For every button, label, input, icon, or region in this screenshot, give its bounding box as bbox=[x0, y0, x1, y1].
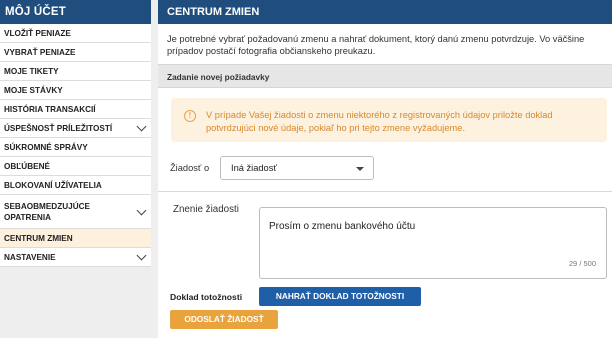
request-type-value: Iná žiadosť bbox=[231, 163, 277, 173]
request-text-value: Prosím o zmenu bankového účtu bbox=[269, 221, 416, 232]
section-title: Zadanie novej požiadavky bbox=[158, 64, 612, 88]
divider bbox=[158, 191, 612, 192]
upload-id-button[interactable]: NAHRAŤ DOKLAD TOTOŽNOSTI bbox=[259, 287, 421, 306]
chevron-down-icon[interactable] bbox=[136, 121, 147, 132]
sidebar-item-my-bets[interactable]: MOJE STÁVKY bbox=[0, 81, 151, 100]
intro-text: Je potrebné vybrať požadovanú zmenu a na… bbox=[167, 34, 585, 56]
sidebar-item-self-limiting[interactable]: SEBAOBMEDZUJÚCE OPATRENIA bbox=[0, 195, 151, 229]
sidebar-item-blocked-users[interactable]: BLOKOVANÍ UŽÍVATELIA bbox=[0, 176, 151, 195]
main-panel: CENTRUM ZMIEN Je potrebné vybrať požadov… bbox=[158, 0, 612, 338]
id-document-label: Doklad totožnosti bbox=[170, 292, 243, 302]
sidebar-item-label: SEBAOBMEDZUJÚCE OPATRENIA bbox=[4, 201, 90, 222]
sidebar: MÔJ ÚČET VLOŽIŤ PENIAZE VYBRAŤ PENIAZE M… bbox=[0, 0, 151, 338]
sidebar-item-label: ÚSPEŠNOSŤ PRÍLEŽITOSTÍ bbox=[4, 123, 113, 133]
sidebar-item-label: MOJE TIKETY bbox=[4, 66, 59, 76]
sidebar-menu: VLOŽIŤ PENIAZE VYBRAŤ PENIAZE MOJE TIKET… bbox=[0, 24, 151, 267]
sidebar-item-label: MOJE STÁVKY bbox=[4, 85, 63, 95]
sidebar-item-transaction-history[interactable]: HISTÓRIA TRANSAKCIÍ bbox=[0, 100, 151, 119]
sidebar-item-withdraw[interactable]: VYBRAŤ PENIAZE bbox=[0, 43, 151, 62]
sidebar-item-label: VLOŽIŤ PENIAZE bbox=[4, 28, 71, 38]
char-counter: 29 / 500 bbox=[568, 259, 596, 268]
sidebar-item-my-tickets[interactable]: MOJE TIKETY bbox=[0, 62, 151, 81]
exclamation-icon: ! bbox=[184, 110, 196, 122]
sidebar-item-label: HISTÓRIA TRANSAKCIÍ bbox=[4, 104, 96, 114]
sidebar-item-label: CENTRUM ZMIEN bbox=[4, 233, 73, 243]
request-text-label: Znenie žiadosti bbox=[173, 204, 239, 215]
sidebar-item-settings[interactable]: NASTAVENIE bbox=[0, 248, 151, 267]
request-type-select[interactable]: Iná žiadosť bbox=[220, 156, 374, 180]
send-request-button[interactable]: ODOSLAŤ ŽIADOSŤ bbox=[170, 310, 278, 329]
sidebar-item-success-rate[interactable]: ÚSPEŠNOSŤ PRÍLEŽITOSTÍ bbox=[0, 119, 151, 138]
caret-down-icon bbox=[356, 167, 364, 171]
sidebar-item-label: BLOKOVANÍ UŽÍVATELIA bbox=[4, 180, 102, 190]
info-alert: ! V prípade Vašej žiadosti o zmenu niekt… bbox=[171, 98, 607, 142]
sidebar-item-deposit[interactable]: VLOŽIŤ PENIAZE bbox=[0, 24, 151, 43]
sidebar-title: MÔJ ÚČET bbox=[0, 0, 151, 24]
sidebar-item-favorites[interactable]: OBĽÚBENÉ bbox=[0, 157, 151, 176]
sidebar-item-private-messages[interactable]: SÚKROMNÉ SPRÁVY bbox=[0, 138, 151, 157]
sidebar-item-label: OBĽÚBENÉ bbox=[4, 161, 50, 171]
alert-text: V prípade Vašej žiadosti o zmenu niektor… bbox=[206, 110, 553, 133]
request-type-label: Žiadosť o bbox=[170, 163, 210, 173]
sidebar-item-label: SÚKROMNÉ SPRÁVY bbox=[4, 142, 88, 152]
chevron-down-icon[interactable] bbox=[136, 205, 147, 215]
sidebar-item-label: VYBRAŤ PENIAZE bbox=[4, 47, 76, 57]
chevron-down-icon[interactable] bbox=[136, 250, 147, 261]
sidebar-item-change-center[interactable]: CENTRUM ZMIEN bbox=[0, 229, 151, 248]
sidebar-item-label: NASTAVENIE bbox=[4, 252, 56, 262]
page-title: CENTRUM ZMIEN bbox=[158, 0, 612, 24]
request-text-field[interactable]: Prosím o zmenu bankového účtu 29 / 500 bbox=[259, 207, 607, 279]
